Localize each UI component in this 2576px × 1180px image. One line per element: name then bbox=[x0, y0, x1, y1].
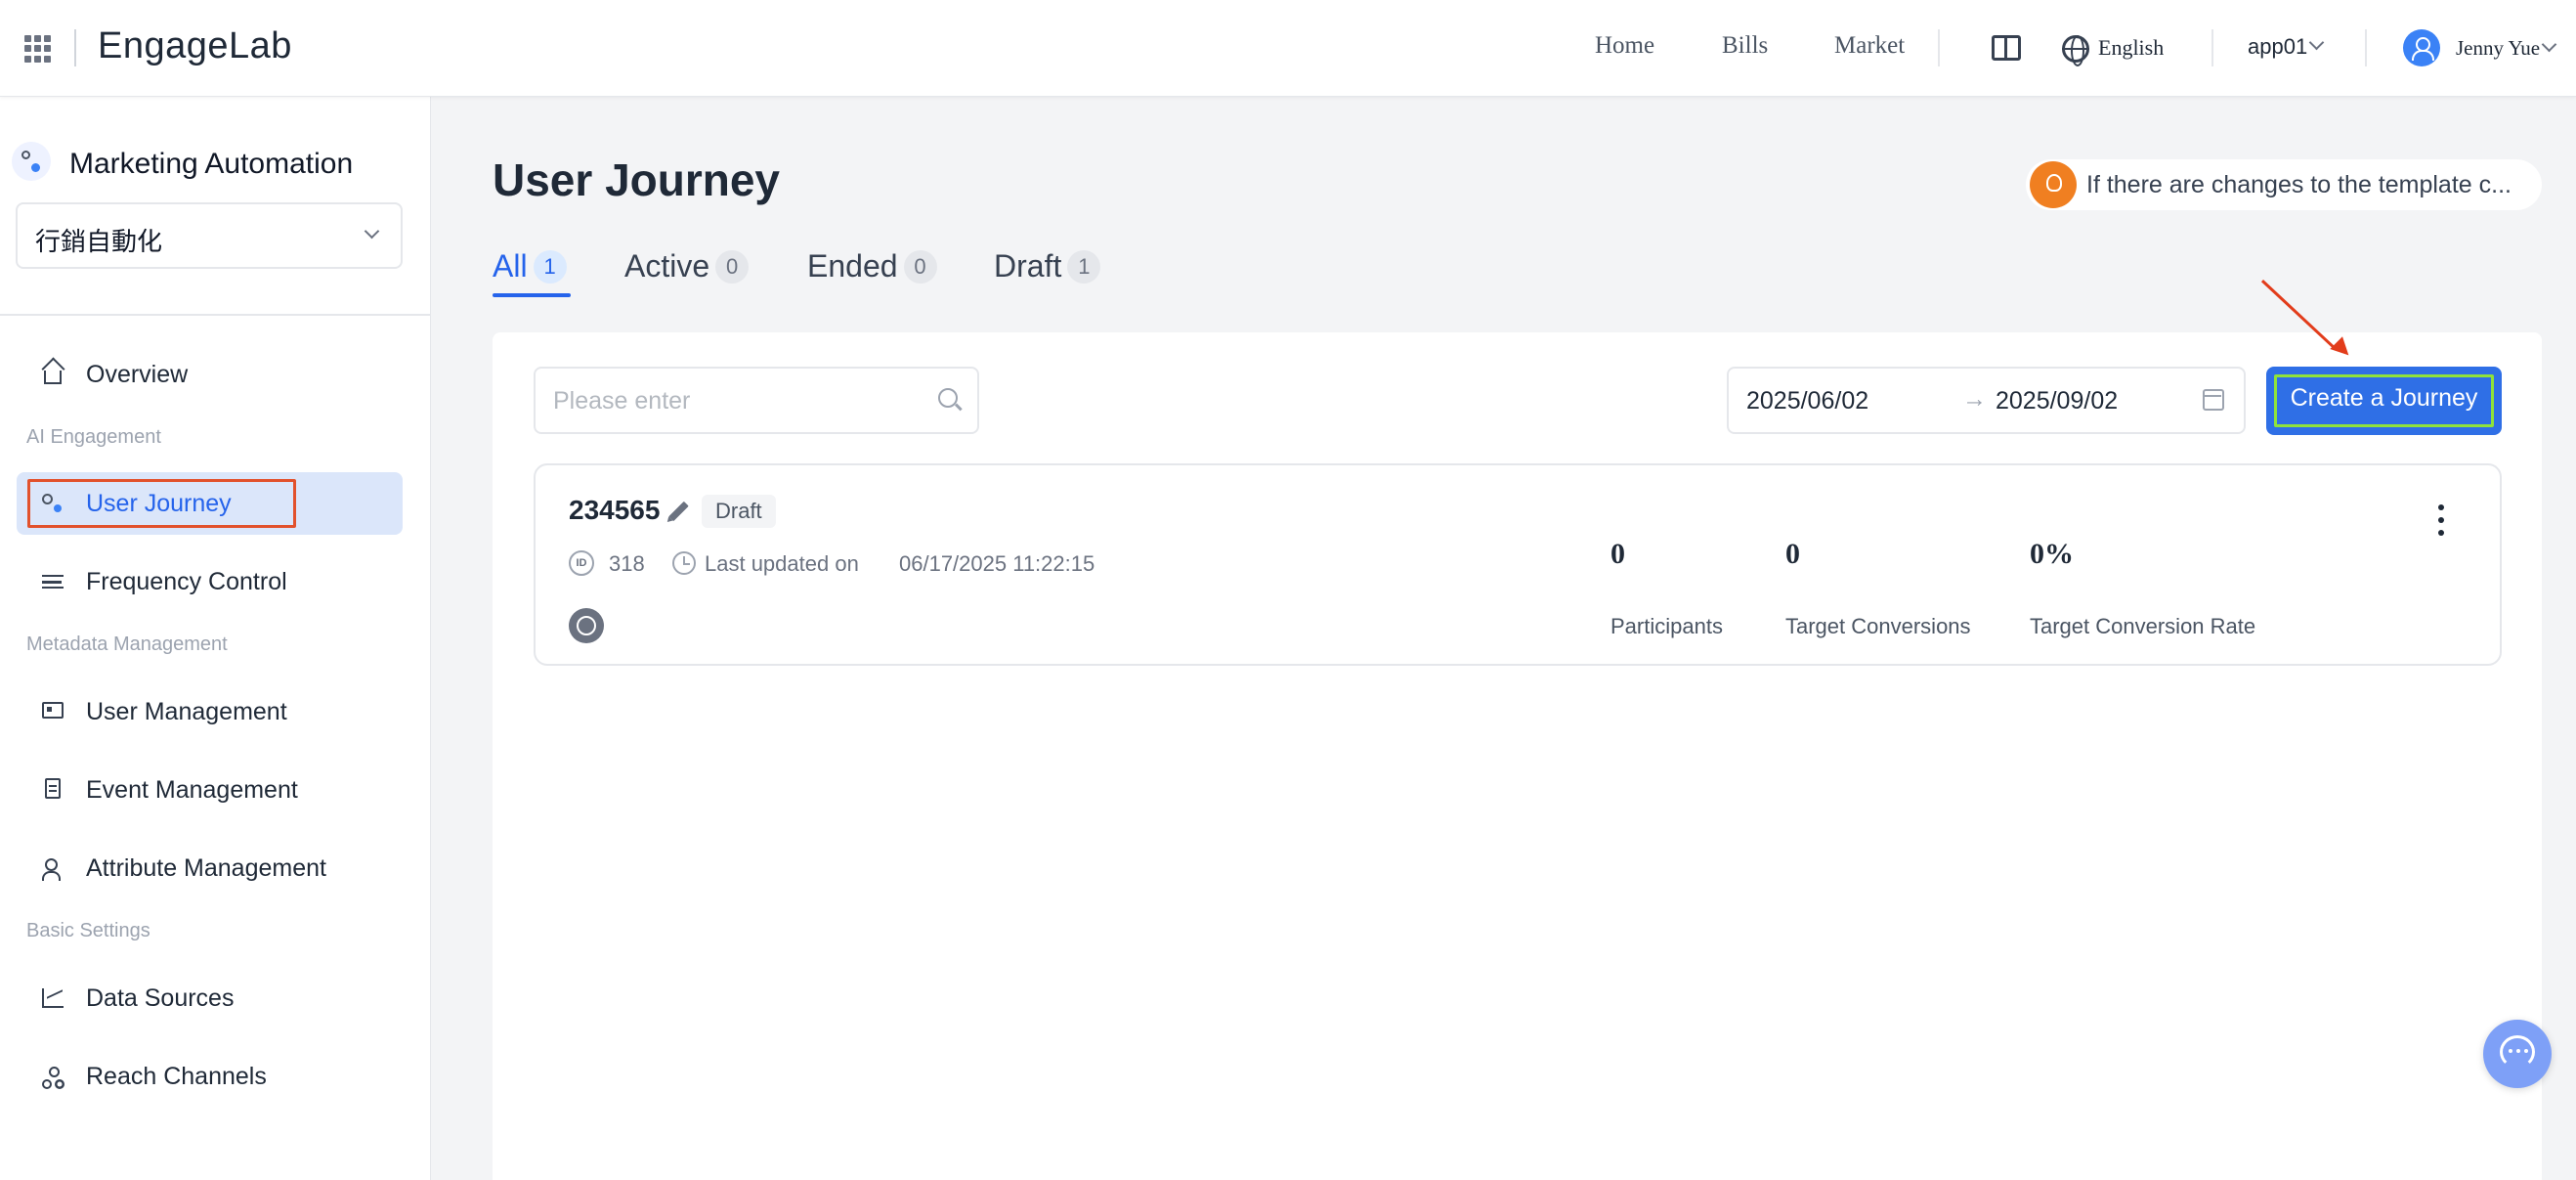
language-selector[interactable]: English bbox=[2098, 35, 2164, 61]
tab-count-badge: 0 bbox=[903, 249, 937, 284]
tab-ended[interactable]: Ended 0 bbox=[807, 248, 937, 299]
user-icon bbox=[42, 858, 64, 881]
avatar[interactable] bbox=[2403, 29, 2440, 66]
chevron-down-icon[interactable] bbox=[2541, 36, 2557, 53]
journey-name[interactable]: 234565 bbox=[569, 495, 660, 526]
home-icon bbox=[44, 371, 62, 384]
chevron-down-icon bbox=[364, 223, 380, 240]
sidebar-item-label: Data Sources bbox=[86, 984, 235, 1012]
nav-divider bbox=[2365, 29, 2367, 66]
tab-label: Active bbox=[624, 248, 710, 284]
tab-active-indicator bbox=[493, 293, 571, 297]
journey-card[interactable]: 234565 Draft ID 318 Last updated on 06/1… bbox=[534, 463, 2502, 666]
calendar-icon[interactable] bbox=[2203, 389, 2224, 411]
sidebar-item-overview[interactable]: Overview bbox=[17, 343, 403, 406]
tab-count-badge: 1 bbox=[533, 249, 567, 284]
nav-market-link[interactable]: Market bbox=[1834, 32, 1905, 60]
notice-text: If there are changes to the template c..… bbox=[2086, 171, 2512, 198]
tab-count-badge: 1 bbox=[1067, 249, 1101, 284]
section-metadata-management: Metadata Management bbox=[26, 634, 228, 655]
create-journey-button[interactable]: Create a Journey bbox=[2266, 367, 2502, 435]
notice-banner[interactable]: If there are changes to the template c..… bbox=[2026, 159, 2542, 210]
section-ai-engagement: AI Engagement bbox=[26, 426, 161, 448]
sidebar-item-label: Reach Channels bbox=[86, 1063, 267, 1090]
app-selector[interactable]: app01 bbox=[2248, 34, 2307, 60]
sidebar-item-user-management[interactable]: User Management bbox=[17, 680, 403, 743]
engagelab-logo[interactable]: EngageLab bbox=[98, 25, 292, 67]
tab-label: Draft bbox=[994, 248, 1062, 284]
sidebar-item-data-sources[interactable]: Data Sources bbox=[17, 967, 403, 1029]
nav-divider bbox=[2211, 29, 2213, 66]
workspace-select[interactable]: 行銷自動化 bbox=[16, 202, 403, 269]
participants-label: Participants bbox=[1610, 614, 1723, 638]
top-nav: EngageLab Home Bills Market English app0… bbox=[0, 0, 2576, 97]
nav-divider bbox=[74, 29, 76, 66]
clipboard-icon bbox=[45, 778, 61, 799]
more-vertical-icon[interactable] bbox=[2438, 504, 2444, 536]
sidebar-item-reach-channels[interactable]: Reach Channels bbox=[17, 1045, 403, 1108]
id-card-icon bbox=[42, 702, 64, 719]
id-icon: ID bbox=[569, 550, 594, 576]
participants-value: 0 bbox=[1610, 538, 1625, 570]
create-journey-label: Create a Journey bbox=[2290, 384, 2478, 412]
search-icon[interactable] bbox=[938, 388, 958, 408]
automation-flow-icon bbox=[12, 142, 51, 181]
sidebar-title: Marketing Automation bbox=[69, 148, 354, 180]
nav-divider bbox=[1938, 29, 1940, 66]
journey-list-panel: 2025/06/02 → 2025/09/02 Create a Journey… bbox=[493, 332, 2542, 1180]
highlight-annotation bbox=[27, 479, 296, 528]
nav-bills-link[interactable]: Bills bbox=[1722, 32, 1768, 60]
tab-label: Ended bbox=[807, 248, 898, 284]
tab-all[interactable]: All 1 bbox=[493, 248, 567, 299]
target-conversions-label: Target Conversions bbox=[1785, 614, 1971, 638]
updated-label: Last updated on bbox=[705, 551, 859, 576]
sidebar-item-label: User Management bbox=[86, 698, 287, 725]
sidebar-item-attribute-management[interactable]: Attribute Management bbox=[17, 837, 403, 899]
whatsapp-icon bbox=[569, 608, 604, 643]
sidebar-item-label: Overview bbox=[86, 361, 189, 388]
target-conversions-value: 0 bbox=[1785, 538, 1800, 570]
date-range-picker[interactable]: 2025/06/02 → 2025/09/02 bbox=[1727, 367, 2246, 434]
journey-id: 318 bbox=[609, 551, 645, 576]
tab-count-badge: 0 bbox=[715, 249, 750, 284]
updated-timestamp: 06/17/2025 11:22:15 bbox=[899, 551, 1095, 576]
tab-label: All bbox=[493, 248, 528, 284]
globe-icon[interactable] bbox=[2062, 35, 2089, 66]
date-end[interactable]: 2025/09/02 bbox=[1996, 387, 2118, 415]
tab-active[interactable]: Active 0 bbox=[624, 248, 750, 299]
sidebar-item-event-management[interactable]: Event Management bbox=[17, 759, 403, 821]
search-box[interactable] bbox=[534, 367, 979, 434]
status-badge: Draft bbox=[702, 495, 776, 528]
sidebar-item-label: Frequency Control bbox=[86, 568, 287, 595]
date-start[interactable]: 2025/06/02 bbox=[1746, 387, 1868, 415]
sliders-icon bbox=[42, 575, 64, 589]
section-basic-settings: Basic Settings bbox=[26, 920, 150, 941]
sidebar-item-frequency-control[interactable]: Frequency Control bbox=[17, 550, 403, 613]
conversion-rate-value: 0% bbox=[2030, 538, 2074, 570]
clock-icon bbox=[672, 551, 696, 575]
network-icon bbox=[42, 1067, 64, 1089]
sidebar-item-user-journey[interactable]: User Journey bbox=[17, 472, 403, 535]
sidebar-item-label: Event Management bbox=[86, 776, 298, 804]
support-chat-icon[interactable] bbox=[2483, 1020, 2552, 1088]
conversion-rate-label: Target Conversion Rate bbox=[2030, 614, 2256, 638]
tab-draft[interactable]: Draft 1 bbox=[994, 248, 1101, 299]
lightbulb-icon bbox=[2030, 161, 2077, 208]
app-grid-icon[interactable] bbox=[24, 35, 52, 63]
docs-book-icon[interactable] bbox=[1992, 35, 2021, 61]
workspace-value: 行銷自動化 bbox=[35, 228, 163, 257]
edit-pencil-icon[interactable] bbox=[668, 501, 689, 522]
chevron-down-icon[interactable] bbox=[2308, 34, 2325, 51]
user-menu[interactable]: Jenny Yue bbox=[2456, 36, 2540, 61]
sidebar: Marketing Automation 行銷自動化 Overview AI E… bbox=[0, 97, 431, 1180]
page-title: User Journey bbox=[493, 154, 781, 205]
arrow-right-icon: → bbox=[1962, 385, 1987, 413]
nav-home-link[interactable]: Home bbox=[1595, 32, 1654, 60]
line-chart-icon bbox=[42, 988, 64, 1008]
sidebar-item-label: Attribute Management bbox=[86, 854, 326, 882]
sidebar-divider bbox=[0, 314, 431, 316]
search-input[interactable] bbox=[553, 384, 924, 417]
